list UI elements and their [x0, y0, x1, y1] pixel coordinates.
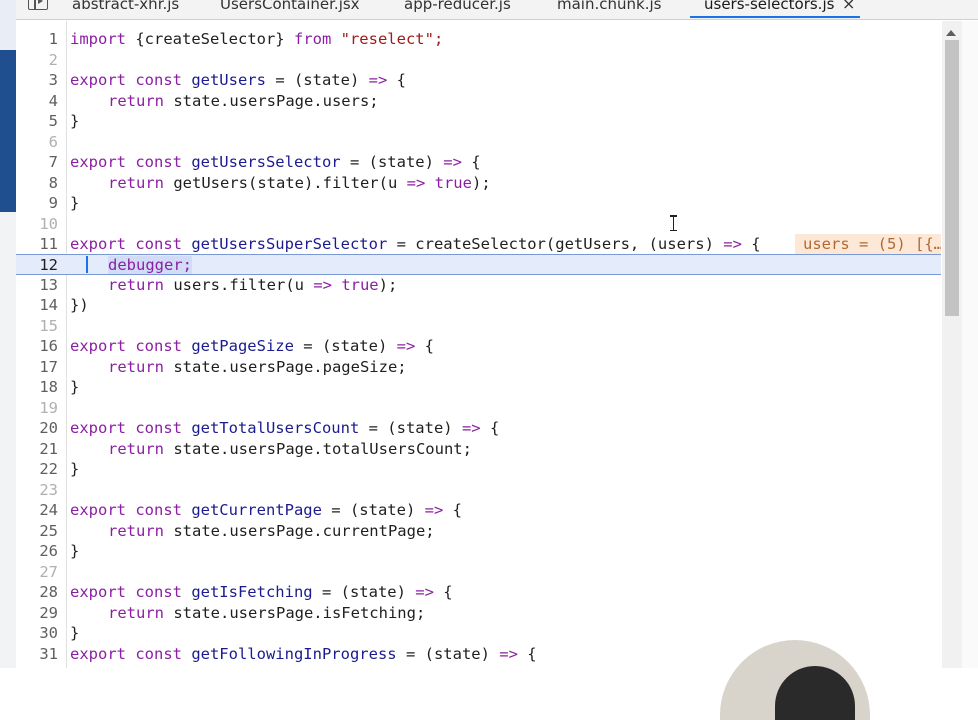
line-number[interactable]: 14 — [16, 295, 58, 315]
code-line: 10 — [16, 214, 941, 234]
code-line: 15 — [16, 316, 941, 336]
tab-users-container[interactable]: UsersContainer.jsx — [220, 0, 360, 13]
code-line: 24 export const getCurrentPage = (state) … — [16, 500, 941, 520]
code-line: 6 — [16, 132, 941, 152]
code-line: 27 — [16, 562, 941, 582]
line-number[interactable]: 3 — [16, 70, 58, 90]
code-line: 13 return users.filter(u => true); — [16, 275, 941, 295]
current-execution-line: 12 debugger; — [16, 254, 941, 275]
line-number[interactable]: 23 — [16, 480, 58, 500]
code-line: 20 export const getTotalUsersCount = (sta… — [16, 418, 941, 438]
code-line: 5} — [16, 111, 941, 131]
code-line: 21 return state.usersPage.totalUsersCount… — [16, 439, 941, 459]
line-number[interactable]: 29 — [16, 603, 58, 623]
line-number[interactable]: 1 — [16, 29, 58, 49]
text-cursor-icon — [670, 215, 677, 231]
editor-tab-bar: abstract-xhr.js UsersContainer.jsx app-r… — [16, 0, 978, 20]
line-number[interactable]: 7 — [16, 152, 58, 172]
line-number[interactable]: 15 — [16, 316, 58, 336]
code-line: 3 export const getUsers = (state) => { — [16, 70, 941, 90]
close-icon[interactable]: × — [842, 0, 855, 13]
line-number[interactable]: 18 — [16, 377, 58, 397]
code-line: 14}) — [16, 295, 941, 315]
code-line: 28 export const getIsFetching = (state) =… — [16, 582, 941, 602]
scrollbar-thumb[interactable] — [945, 40, 959, 316]
code-line: 16 export const getPageSize = (state) => … — [16, 336, 941, 356]
background-page-header — [0, 50, 16, 212]
line-number[interactable]: 31 — [16, 644, 58, 664]
tab-users-selectors[interactable]: users-selectors.js — [689, 0, 861, 18]
code-line: 2 — [16, 50, 941, 70]
line-number[interactable]: 13 — [16, 275, 58, 295]
right-edge-strip — [962, 21, 978, 668]
presenter-silhouette — [775, 666, 855, 720]
line-number[interactable]: 22 — [16, 459, 58, 479]
code-line: 7 export const getUsersSelector = (state)… — [16, 152, 941, 172]
line-number[interactable]: 16 — [16, 336, 58, 356]
scroll-up-icon[interactable] — [946, 30, 956, 36]
code-line: 29 return state.usersPage.isFetching; — [16, 603, 941, 623]
line-number[interactable]: 8 — [16, 173, 58, 193]
line-number[interactable]: 19 — [16, 398, 58, 418]
line-number[interactable]: 26 — [16, 541, 58, 561]
line-number[interactable]: 30 — [16, 623, 58, 643]
code-line: 25 return state.usersPage.currentPage; — [16, 521, 941, 541]
line-number[interactable]: 5 — [16, 111, 58, 131]
background-page-strip — [0, 0, 16, 668]
code-line: 19 — [16, 398, 941, 418]
tab-main-chunk[interactable]: main.chunk.js — [557, 0, 661, 13]
code-line: 9} — [16, 193, 941, 213]
line-number[interactable]: 24 — [16, 500, 58, 520]
code-line: 18} — [16, 377, 941, 397]
code-line: 1 import {createSelector} from "reselect"… — [16, 29, 941, 49]
tab-app-reducer[interactable]: app-reducer.js — [404, 0, 511, 13]
code-line: 17 return state.usersPage.pageSize; — [16, 357, 941, 377]
debugger-statement: debugger; — [108, 256, 192, 274]
line-number[interactable]: 12 — [16, 255, 58, 275]
line-number[interactable]: 10 — [16, 214, 58, 234]
line-number[interactable]: 11 — [16, 234, 58, 254]
code-editor[interactable]: 1 import {createSelector} from "reselect"… — [16, 21, 978, 668]
line-number[interactable]: 25 — [16, 521, 58, 541]
line-number[interactable]: 4 — [16, 91, 58, 111]
line-number[interactable]: 20 — [16, 418, 58, 438]
execution-pointer — [86, 256, 88, 273]
line-number[interactable]: 17 — [16, 357, 58, 377]
code-line: 23 — [16, 480, 941, 500]
line-number[interactable]: 2 — [16, 50, 58, 70]
sidebar-toggle-icon[interactable] — [28, 0, 48, 10]
code-line: 8 return getUsers(state).filter(u => true… — [16, 173, 941, 193]
line-number[interactable]: 21 — [16, 439, 58, 459]
code-line: 26} — [16, 541, 941, 561]
background-page-body — [0, 212, 16, 668]
code-line: 11 export const getUsersSuperSelector = c… — [16, 234, 941, 254]
code-line: 22} — [16, 459, 941, 479]
line-number[interactable]: 9 — [16, 193, 58, 213]
line-number[interactable]: 27 — [16, 562, 58, 582]
tab-abstract-xhr[interactable]: abstract-xhr.js — [72, 0, 179, 13]
line-number[interactable]: 6 — [16, 132, 58, 152]
inline-variable-value[interactable]: users = (5) [{… — [795, 234, 941, 254]
line-number[interactable]: 28 — [16, 582, 58, 602]
code-line: 4 return state.usersPage.users; — [16, 91, 941, 111]
